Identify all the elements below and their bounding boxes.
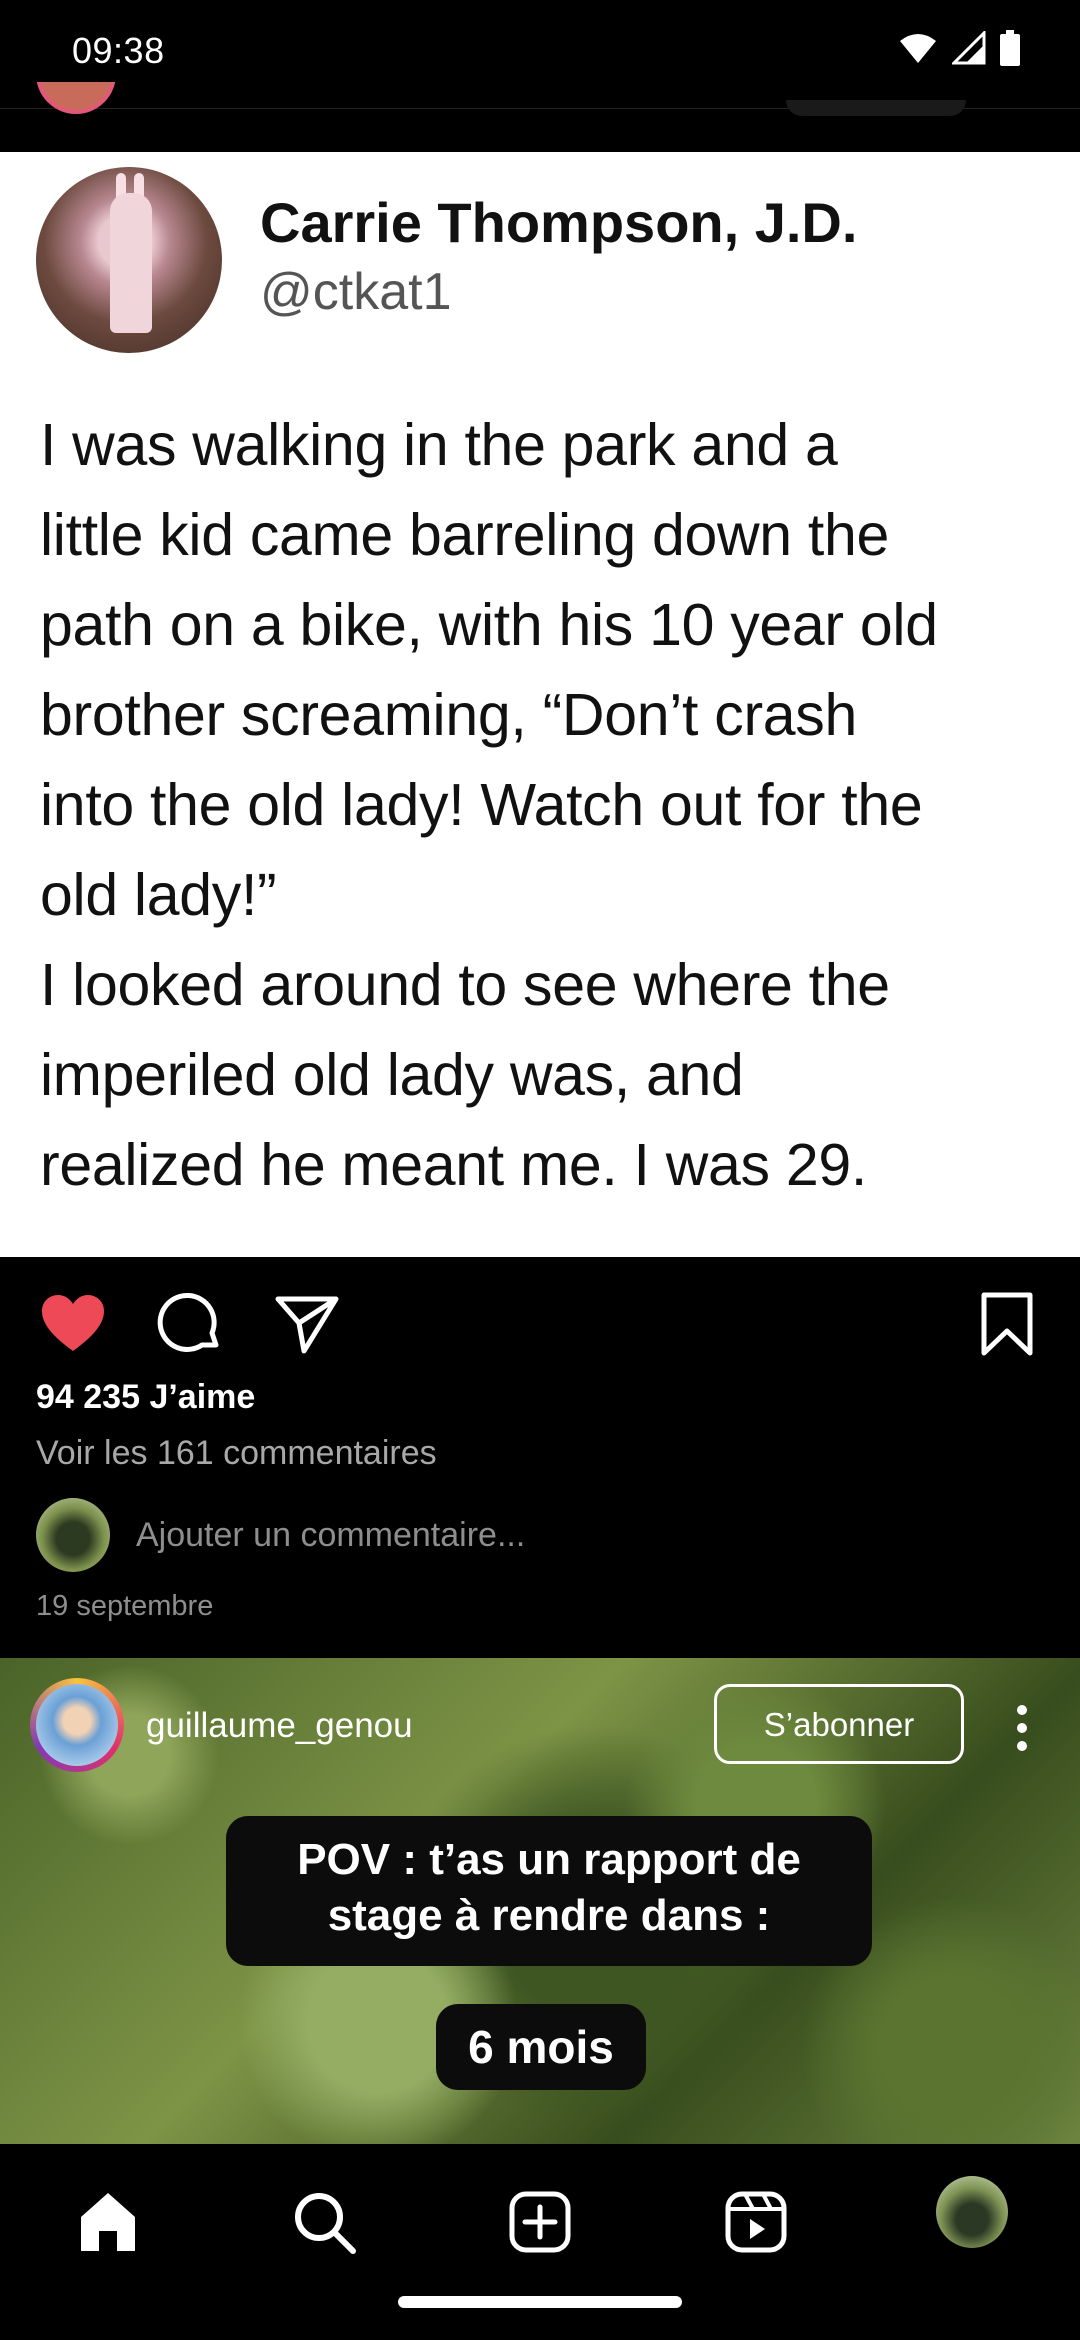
search-icon <box>295 2193 356 2254</box>
comment-icon[interactable] <box>156 1289 226 1359</box>
post-actions <box>0 1257 1080 1377</box>
bottom-navigation <box>0 2144 1080 2340</box>
tweet-avatar <box>36 167 222 353</box>
more-vertical-icon[interactable] <box>1002 1698 1042 1758</box>
tweet-text: I was walking in the park and a little k… <box>40 412 938 1198</box>
previous-post-avatar[interactable] <box>36 82 116 122</box>
nav-search[interactable] <box>286 2184 362 2260</box>
likes-count[interactable]: 94 235 J’aime <box>36 1378 255 1417</box>
post-image[interactable]: Carrie Thompson, J.D. @ctkat1 I was walk… <box>0 152 1080 1257</box>
previous-post-button[interactable] <box>786 100 966 116</box>
reel-caption-highlight: 6 mois <box>436 2004 646 2090</box>
reels-icon <box>725 2191 787 2253</box>
home-icon <box>81 2193 135 2251</box>
nav-reels[interactable] <box>718 2184 794 2260</box>
status-time: 09:38 <box>72 30 165 71</box>
signal-icon <box>952 31 986 65</box>
bookmark-icon[interactable] <box>972 1289 1042 1359</box>
nav-create[interactable] <box>502 2184 578 2260</box>
plus-square-icon <box>509 2191 571 2253</box>
status-bar: 09:38 <box>0 0 1080 108</box>
status-icons <box>898 30 1020 66</box>
tweet-author-handle: @ctkat1 <box>260 263 452 321</box>
post-date: 19 septembre <box>36 1590 214 1622</box>
battery-icon <box>1000 30 1020 66</box>
nav-profile-avatar[interactable] <box>936 2176 1008 2248</box>
tweet-author-name: Carrie Thompson, J.D. <box>260 191 858 254</box>
wifi-icon <box>900 34 936 63</box>
reel-caption-line: POV : t’as un rapport de stage à rendre … <box>226 1816 872 1966</box>
heart-icon[interactable] <box>38 1289 108 1359</box>
avatar <box>36 1498 110 1572</box>
home-indicator[interactable] <box>398 2296 682 2308</box>
reel-video[interactable]: guillaume_genou S’abonner POV : t’as un … <box>0 1658 1080 2144</box>
nav-home[interactable] <box>70 2184 146 2260</box>
reel-author-avatar[interactable] <box>30 1678 124 1772</box>
paper-plane-icon[interactable] <box>272 1289 342 1359</box>
reel-author-username[interactable]: guillaume_genou <box>146 1706 413 1746</box>
add-comment-input[interactable]: Ajouter un commentaire... <box>136 1516 525 1555</box>
follow-button[interactable]: S’abonner <box>714 1684 964 1764</box>
view-comments-link[interactable]: Voir les 161 commentaires <box>36 1434 437 1473</box>
